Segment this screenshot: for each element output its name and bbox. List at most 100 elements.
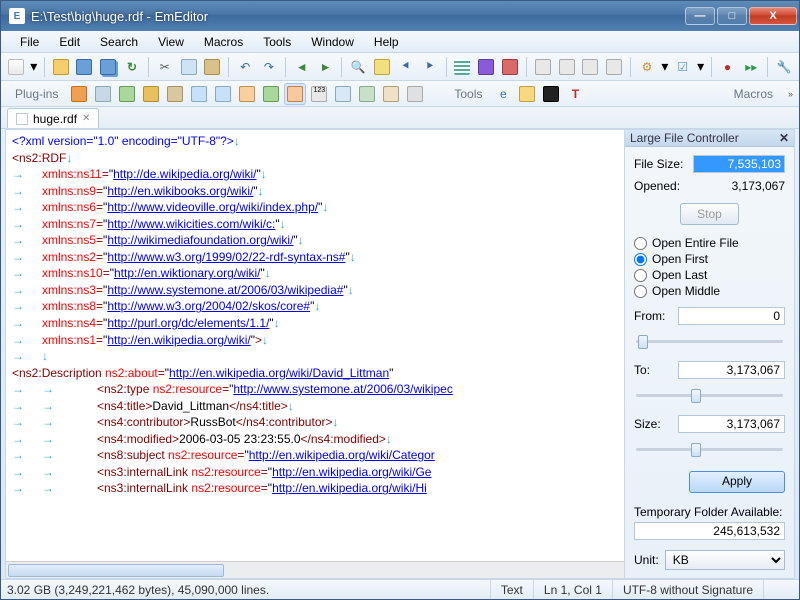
overflow-chevron-icon[interactable]: » bbox=[788, 89, 793, 99]
tool-cmd-icon[interactable] bbox=[540, 83, 562, 105]
plugin-icon-2[interactable] bbox=[92, 83, 114, 105]
props-dropdown-icon[interactable]: ▾ bbox=[696, 56, 706, 78]
stop-button[interactable]: Stop bbox=[680, 203, 739, 225]
find-icon[interactable]: 🔍 bbox=[347, 56, 369, 78]
wrap-char-icon[interactable] bbox=[556, 56, 578, 78]
extra-tool-icon[interactable]: 🔧 bbox=[773, 56, 795, 78]
plugin-icon-14[interactable] bbox=[380, 83, 402, 105]
window-title: E:\Test\big\huge.rdf - EmEditor bbox=[31, 9, 685, 24]
menu-tools[interactable]: Tools bbox=[254, 33, 300, 51]
record-macro-icon[interactable]: ● bbox=[717, 56, 739, 78]
panel-title: Large File Controller bbox=[630, 131, 739, 145]
undo-icon[interactable]: ↶ bbox=[234, 56, 256, 78]
plugin-icon-3[interactable] bbox=[116, 83, 138, 105]
plugin-icon-5[interactable] bbox=[164, 83, 186, 105]
replace-icon[interactable] bbox=[371, 56, 393, 78]
menu-file[interactable]: File bbox=[11, 33, 48, 51]
maximize-button[interactable]: □ bbox=[717, 7, 747, 25]
from-input[interactable]: 0 bbox=[678, 307, 785, 325]
plugin-icon-15[interactable] bbox=[404, 83, 426, 105]
menubar: File Edit Search View Macros Tools Windo… bbox=[1, 31, 799, 53]
horizontal-scrollbar[interactable] bbox=[6, 561, 624, 578]
menu-window[interactable]: Window bbox=[302, 33, 363, 51]
editor[interactable]: <?xml version="1.0" encoding="UTF-8"?>↓ … bbox=[6, 130, 624, 578]
plugin-icon-7[interactable] bbox=[212, 83, 234, 105]
cut-icon[interactable]: ✂ bbox=[154, 56, 176, 78]
temp-folder-label: Temporary Folder Available: bbox=[634, 505, 785, 519]
bookmark-icon[interactable] bbox=[475, 56, 497, 78]
radio-open-first[interactable]: Open First bbox=[634, 251, 785, 267]
new-file-icon[interactable] bbox=[5, 56, 27, 78]
open-icon[interactable] bbox=[50, 56, 72, 78]
find-prev-icon[interactable]: ⯇ bbox=[395, 56, 417, 78]
size-input[interactable]: 3,173,067 bbox=[678, 415, 785, 433]
apply-button[interactable]: Apply bbox=[689, 471, 785, 493]
menu-edit[interactable]: Edit bbox=[50, 33, 89, 51]
temp-folder-value: 245,613,532 bbox=[634, 522, 785, 540]
reload-icon[interactable]: ↻ bbox=[121, 56, 143, 78]
to-slider[interactable] bbox=[636, 385, 783, 405]
tool-text-icon[interactable]: T bbox=[564, 83, 586, 105]
new-dropdown-icon[interactable]: ▾ bbox=[29, 56, 39, 78]
panel-close-icon[interactable]: ✕ bbox=[779, 131, 789, 145]
forward-icon[interactable]: ► bbox=[315, 56, 337, 78]
titlebar: E E:\Test\big\huge.rdf - EmEditor — □ X bbox=[1, 1, 799, 31]
grid-icon[interactable] bbox=[452, 56, 474, 78]
redo-icon[interactable]: ↷ bbox=[258, 56, 280, 78]
tool-explorer-icon[interactable] bbox=[516, 83, 538, 105]
goto-bookmark-icon[interactable] bbox=[499, 56, 521, 78]
wrap-none-icon[interactable] bbox=[532, 56, 554, 78]
paste-icon[interactable] bbox=[201, 56, 223, 78]
save-all-icon[interactable] bbox=[97, 56, 119, 78]
play-macro-icon[interactable]: ▸▸ bbox=[740, 56, 762, 78]
status-mode: Text bbox=[490, 580, 533, 599]
plugin-icon-6[interactable] bbox=[188, 83, 210, 105]
app-icon: E bbox=[9, 8, 25, 24]
unit-select[interactable]: KB bbox=[665, 550, 785, 570]
properties-icon[interactable]: ☑ bbox=[672, 56, 694, 78]
size-slider[interactable] bbox=[636, 439, 783, 459]
wrap-window-icon[interactable] bbox=[580, 56, 602, 78]
tab-close-icon[interactable]: ✕ bbox=[82, 113, 90, 124]
plugin-icon-1[interactable] bbox=[68, 83, 90, 105]
plugin-icon-4[interactable] bbox=[140, 83, 162, 105]
menu-search[interactable]: Search bbox=[91, 33, 147, 51]
save-icon[interactable] bbox=[74, 56, 96, 78]
file-size-value[interactable]: 7,535,103 bbox=[693, 155, 785, 173]
plugins-section[interactable]: Plug-ins bbox=[5, 85, 68, 103]
plugin-icon-9[interactable] bbox=[260, 83, 282, 105]
plugin-icon-8[interactable] bbox=[236, 83, 258, 105]
tool-ie-icon[interactable]: e bbox=[492, 83, 514, 105]
tab-huge-rdf[interactable]: huge.rdf ✕ bbox=[7, 108, 99, 128]
plugin-icon-10-active[interactable] bbox=[284, 83, 306, 105]
radio-open-last[interactable]: Open Last bbox=[634, 267, 785, 283]
file-icon bbox=[16, 113, 28, 125]
macros-section[interactable]: Macros bbox=[734, 87, 795, 101]
plugin-icon-13[interactable] bbox=[356, 83, 378, 105]
plugin-icon-12[interactable] bbox=[332, 83, 354, 105]
tabstrip: huge.rdf ✕ bbox=[1, 107, 799, 129]
from-slider[interactable] bbox=[636, 331, 783, 351]
radio-open-entire-file[interactable]: Open Entire File bbox=[634, 235, 785, 251]
second-toolbar: Plug-ins 123 Tools e T Macros » bbox=[1, 81, 799, 107]
to-input[interactable]: 3,173,067 bbox=[678, 361, 785, 379]
close-button[interactable]: X bbox=[749, 7, 797, 25]
menu-macros[interactable]: Macros bbox=[195, 33, 252, 51]
find-next-icon[interactable]: ⯈ bbox=[419, 56, 441, 78]
config-icon[interactable]: ⚙ bbox=[636, 56, 658, 78]
status-main: 3.02 GB (3,249,221,462 bytes), 45,090,00… bbox=[7, 583, 269, 597]
radio-open-middle[interactable]: Open Middle bbox=[634, 283, 785, 299]
back-icon[interactable]: ◄ bbox=[291, 56, 313, 78]
menu-view[interactable]: View bbox=[149, 33, 193, 51]
tools-section[interactable]: Tools bbox=[444, 85, 492, 103]
menu-help[interactable]: Help bbox=[365, 33, 408, 51]
copy-icon[interactable] bbox=[178, 56, 200, 78]
config-dropdown-icon[interactable]: ▾ bbox=[660, 56, 670, 78]
plugin-icon-11[interactable]: 123 bbox=[308, 83, 330, 105]
scrollbar-thumb[interactable] bbox=[8, 564, 224, 577]
status-position: Ln 1, Col 1 bbox=[533, 580, 612, 599]
minimize-button[interactable]: — bbox=[685, 7, 715, 25]
main-toolbar: ▾ ↻ ✂ ↶ ↷ ◄ ► 🔍 ⯇ ⯈ ⚙ ▾ ☑ ▾ ● bbox=[1, 53, 799, 81]
file-size-label: File Size: bbox=[634, 157, 689, 171]
wrap-page-icon[interactable] bbox=[603, 56, 625, 78]
